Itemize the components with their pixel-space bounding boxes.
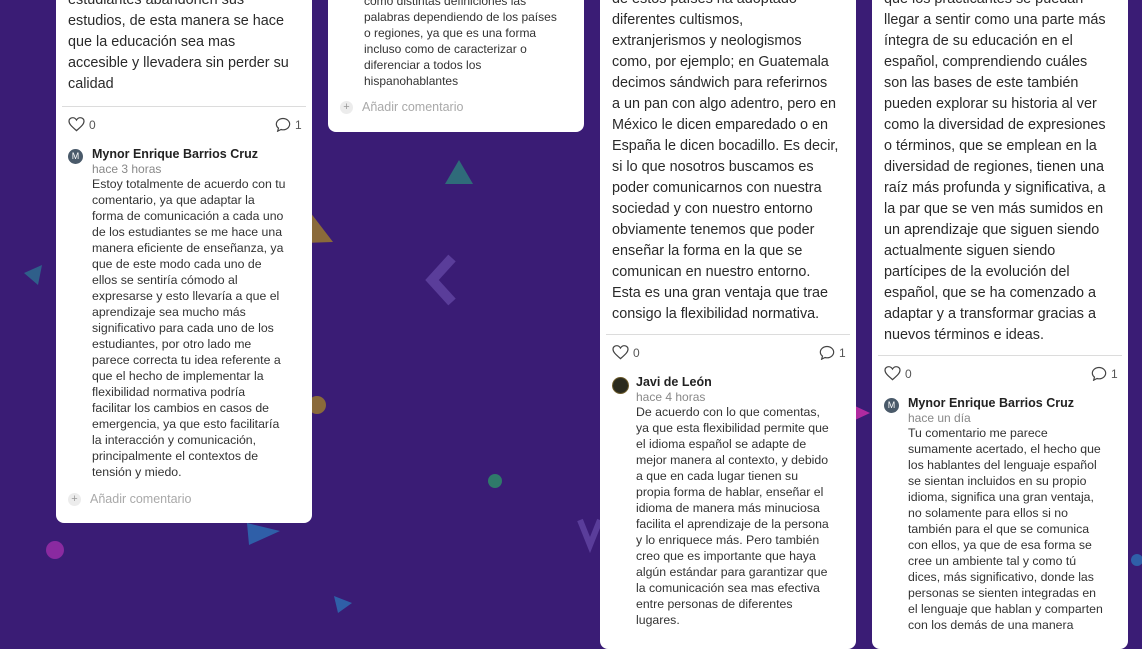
comments-button[interactable]: 1 <box>1091 366 1118 381</box>
comment-count: 1 <box>295 117 302 132</box>
add-comment-button[interactable]: + Añadir comentario <box>328 89 584 114</box>
comment-text: Tu comentario me parece sumamente acerta… <box>908 426 1103 632</box>
comment-icon <box>819 345 835 360</box>
add-comment-label: Añadir comentario <box>362 100 464 114</box>
comment: M Mynor Enrique Barrios Cruz hace 3 hora… <box>56 141 312 480</box>
heart-icon <box>612 345 629 360</box>
like-count: 0 <box>905 366 912 381</box>
post-text: estudiantes abandonen sus estudios, de e… <box>68 0 289 92</box>
post-card: que los practicantes se puedan llegar a … <box>872 0 1128 649</box>
comment-icon <box>275 117 291 132</box>
like-button[interactable]: 0 <box>68 117 96 132</box>
comment-author[interactable]: Mynor Enrique Barrios Cruz <box>92 147 302 162</box>
add-comment-button[interactable]: + Añadir comentario <box>56 480 312 506</box>
comments-button[interactable]: 1 <box>275 117 302 132</box>
comment-author[interactable]: Javi de León <box>636 375 846 390</box>
comment-time: hace un día <box>908 411 971 425</box>
post-stats: 0 1 <box>872 356 1128 390</box>
like-button[interactable]: 0 <box>612 345 640 360</box>
comment-count: 1 <box>1111 366 1118 381</box>
add-comment-label: Añadir comentario <box>90 492 192 506</box>
avatar <box>612 377 629 394</box>
comment-time: hace 3 horas <box>92 162 162 176</box>
heart-icon <box>68 117 85 132</box>
post-card: de estos países ha adoptado diferentes c… <box>600 0 856 649</box>
comment-text: Estoy totalmente de acuerdo con tu comen… <box>92 177 286 479</box>
comments-button[interactable]: 1 <box>819 345 846 360</box>
heart-icon <box>884 366 901 381</box>
comment-count: 1 <box>839 345 846 360</box>
comment: Javi de León hace 4 horas De acuerdo con… <box>600 369 856 628</box>
plus-icon: + <box>68 492 81 506</box>
avatar: M <box>884 398 899 413</box>
post-text: de estos países ha adoptado diferentes c… <box>612 0 839 322</box>
comment-time: hace 4 horas <box>636 390 706 404</box>
comment-text: De acuerdo con lo que comentas, ya que e… <box>636 405 829 627</box>
like-button[interactable]: 0 <box>884 366 912 381</box>
comment-author[interactable]: Mynor Enrique Barrios Cruz <box>908 396 1118 411</box>
post-stats: 0 1 <box>600 335 856 369</box>
like-count: 0 <box>633 345 640 360</box>
like-count: 0 <box>89 117 96 132</box>
comment-icon <box>1091 366 1107 381</box>
post-text: como distintas definiciones las palabras… <box>364 0 557 88</box>
comment: M Mynor Enrique Barrios Cruz hace un día… <box>872 390 1128 633</box>
post-card: estudiantes abandonen sus estudios, de e… <box>56 0 312 523</box>
avatar: M <box>68 149 83 164</box>
post-text: que los practicantes se puedan llegar a … <box>884 0 1106 343</box>
plus-icon: + <box>340 100 353 114</box>
post-card: como distintas definiciones las palabras… <box>328 0 584 132</box>
post-stats: 0 1 <box>56 107 312 141</box>
